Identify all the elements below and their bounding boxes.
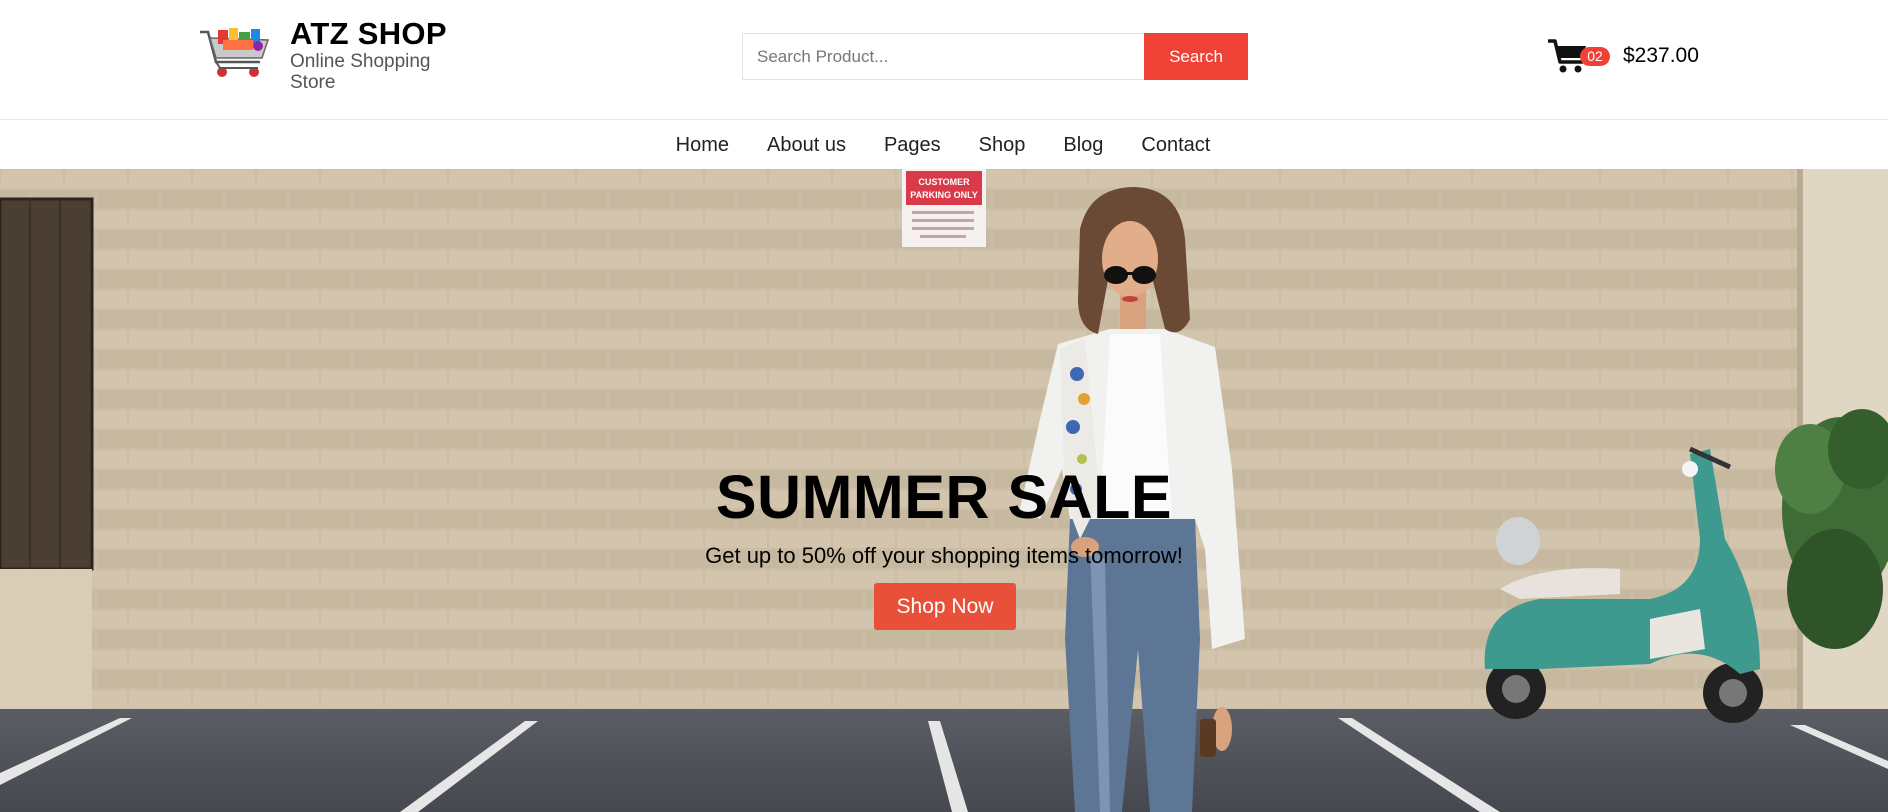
- brand-tagline: Online Shopping Store: [290, 51, 431, 93]
- nav-item-contact[interactable]: Contact: [1122, 121, 1229, 169]
- main-nav: Home About us Pages Shop Blog Contact: [0, 121, 1888, 169]
- hero-banner: CUSTOMER PARKING ONLY SUMMER SALE Get up…: [0, 169, 1888, 812]
- nav-item-pages[interactable]: Pages: [865, 121, 960, 169]
- nav-item-blog[interactable]: Blog: [1044, 121, 1122, 169]
- shopping-cart-logo-icon[interactable]: [198, 26, 274, 82]
- search-button[interactable]: Search: [1144, 33, 1248, 80]
- nav-item-home[interactable]: Home: [657, 121, 748, 169]
- cart-count-badge: 02: [1580, 47, 1610, 66]
- nav-item-about-us[interactable]: About us: [748, 121, 865, 169]
- hero-title: SUMMER SALE: [715, 463, 1173, 531]
- search-bar: Search: [742, 33, 1248, 80]
- svg-text:PARKING ONLY: PARKING ONLY: [910, 190, 978, 200]
- search-input[interactable]: [742, 33, 1144, 80]
- site-header: ATZ SHOP Online Shopping Store Search 02…: [0, 0, 1888, 120]
- brand-name[interactable]: ATZ SHOP: [290, 16, 447, 52]
- cart-total[interactable]: $237.00: [1623, 44, 1699, 68]
- nav-item-shop[interactable]: Shop: [960, 121, 1045, 169]
- hero-subtitle: Get up to 50% off your shopping items to…: [705, 543, 1183, 568]
- svg-text:CUSTOMER: CUSTOMER: [918, 177, 970, 187]
- parking-sign: CUSTOMER PARKING ONLY: [902, 169, 986, 247]
- shop-now-button[interactable]: Shop Now: [874, 583, 1016, 630]
